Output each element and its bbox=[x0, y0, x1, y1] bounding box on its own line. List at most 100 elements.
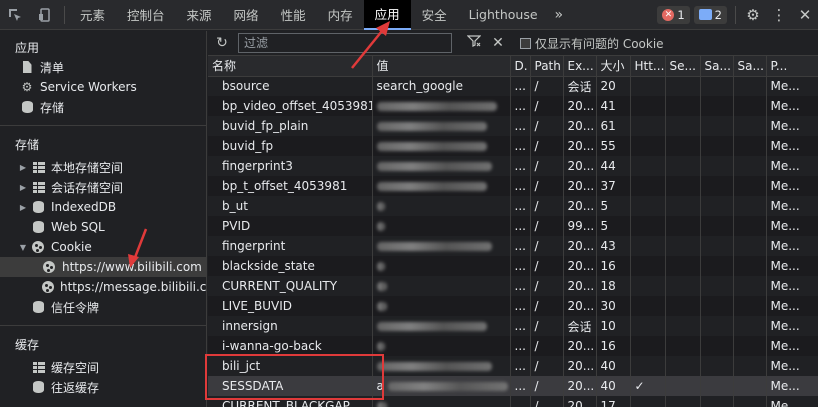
cookie-secure-cell bbox=[665, 76, 701, 96]
close-icon[interactable]: ✕ bbox=[792, 0, 818, 30]
messages-count: 2 bbox=[714, 7, 722, 22]
kebab-menu-icon[interactable]: ⋮ bbox=[766, 0, 792, 30]
tab-memory[interactable]: 内存 bbox=[317, 0, 364, 30]
cookie-httponly-cell bbox=[630, 216, 666, 236]
column-header-size[interactable]: 大小 bbox=[596, 56, 631, 77]
refresh-icon[interactable]: ↻ bbox=[214, 35, 230, 51]
cookie-path-cell: / bbox=[530, 316, 564, 336]
table-row[interactable]: bsource search_google... / 会话 20 Me... bbox=[208, 76, 818, 96]
sidebar-item-bfcache[interactable]: 往返缓存 bbox=[0, 377, 206, 397]
cookie-priority-cell-text: Me... bbox=[770, 319, 800, 333]
inspect-icon[interactable] bbox=[0, 0, 30, 30]
table-row[interactable]: bp_video_offset_4053981... / 20... 41 Me... bbox=[208, 96, 818, 116]
column-header-secure[interactable]: Se... bbox=[665, 56, 701, 77]
cookie-expires-cell-text: 20... bbox=[567, 159, 595, 173]
table-row[interactable]: fingerprint3... / 20... 44 Me... bbox=[208, 156, 818, 176]
cookie-priority-cell: Me... bbox=[766, 76, 818, 96]
sidebar-item-trust-tokens[interactable]: 信任令牌 bbox=[0, 297, 206, 317]
expand-arrow-icon[interactable]: ▶ bbox=[18, 163, 28, 172]
sidebar-item-storage-overview[interactable]: 存储 bbox=[0, 97, 206, 117]
tab-console[interactable]: 控制台 bbox=[116, 0, 176, 30]
sidebar-item-cookie-message[interactable]: https://message.bilibili.com bbox=[0, 277, 206, 297]
table-row[interactable]: innersign... / 会话 10 Me... bbox=[208, 316, 818, 336]
sidebar-item-cookie[interactable]: ▼ Cookie bbox=[0, 237, 206, 257]
tab-application[interactable]: 应用 bbox=[363, 0, 411, 30]
table-row[interactable]: buvid_fp... / 20... 55 Me... bbox=[208, 136, 818, 156]
only-issues-checkbox[interactable] bbox=[520, 37, 531, 49]
cookie-size-cell: 43 bbox=[596, 236, 631, 256]
cookie-samesite-cell bbox=[700, 276, 734, 296]
table-row[interactable]: LIVE_BUVID... / 20... 30 Me... bbox=[208, 296, 818, 316]
sidebar-item-manifest[interactable]: 清单 bbox=[0, 57, 206, 77]
table-row[interactable]: i-wanna-go-back... / 20... 16 Me... bbox=[208, 336, 818, 356]
redacted-value bbox=[376, 342, 385, 351]
tab-sources[interactable]: 来源 bbox=[176, 0, 223, 30]
clear-filter-icon[interactable] bbox=[466, 35, 482, 51]
cookie-name-cell: bsource bbox=[208, 76, 373, 96]
cookie-expires-cell-text: 会话 bbox=[567, 79, 592, 94]
cookie-sameparty-cell bbox=[733, 216, 767, 236]
table-row[interactable]: buvid_fp_plain... / 20... 61 Me... bbox=[208, 116, 818, 136]
cookie-value-cell-text: search_google bbox=[376, 79, 464, 94]
sidebar-item-cache-storage[interactable]: 缓存空间 bbox=[0, 357, 206, 377]
tab-performance[interactable]: 性能 bbox=[270, 0, 317, 30]
table-row[interactable]: CURRENT_QUALITY... / 20... 18 Me... bbox=[208, 276, 818, 296]
collapse-arrow-icon[interactable]: ▼ bbox=[18, 243, 28, 252]
table-row[interactable]: b_ut... / 20... 5 Me... bbox=[208, 196, 818, 216]
cookie-name-cell: blackside_state bbox=[208, 256, 373, 276]
application-sidebar: 应用 清单 ⚙ Service Workers 存储 存储 ▶ 本地存储空间 ▶… bbox=[0, 31, 207, 407]
cookie-size-cell: 5 bbox=[596, 216, 631, 236]
cookie-name-cell-text: buvid_fp bbox=[222, 139, 274, 153]
cookie-sameparty-cell bbox=[733, 376, 767, 396]
cookie-domain-cell: ... bbox=[510, 116, 531, 136]
delete-all-icon[interactable]: ✕ bbox=[490, 35, 506, 51]
cookie-priority-cell-text: Me... bbox=[770, 379, 800, 393]
column-header-priority[interactable]: P... bbox=[766, 56, 818, 77]
messages-badge[interactable]: 2 bbox=[693, 5, 727, 24]
errors-badge[interactable]: ✕ 1 bbox=[657, 5, 690, 24]
cookie-path-cell-text: / bbox=[534, 159, 539, 173]
table-row[interactable]: PVID... / 99... 5 Me... bbox=[208, 216, 818, 236]
device-toolbar-icon[interactable] bbox=[30, 0, 60, 30]
more-tabs-button[interactable]: » bbox=[549, 0, 570, 30]
cookie-domain-cell: ... bbox=[510, 296, 531, 316]
column-header-path[interactable]: Path bbox=[530, 56, 564, 77]
cookie-sameparty-cell bbox=[733, 256, 767, 276]
tab-lighthouse[interactable]: Lighthouse bbox=[458, 0, 549, 30]
column-header-expires[interactable]: Ex... bbox=[563, 56, 597, 77]
sidebar-item-session-storage[interactable]: ▶ 会话存储空间 bbox=[0, 177, 206, 197]
column-header-value[interactable]: 值 bbox=[372, 56, 511, 77]
cookie-expires-cell: 20... bbox=[563, 96, 597, 116]
cookie-panel: ↻ ✕ 仅显示有问题的 Cookie 名称 值 D. Path Ex... 大小… bbox=[208, 31, 818, 407]
sidebar-item-service-workers[interactable]: ⚙ Service Workers bbox=[0, 77, 206, 97]
gear-icon[interactable]: ⚙ bbox=[740, 0, 766, 30]
column-header-sameparty[interactable]: Sa... bbox=[733, 56, 767, 77]
cookie-domain-cell: ... bbox=[510, 316, 531, 336]
cookie-value-cell bbox=[372, 296, 511, 316]
cookie-name-cell: CURRENT_QUALITY bbox=[208, 276, 373, 296]
sidebar-divider bbox=[0, 325, 206, 326]
sidebar-item-local-storage[interactable]: ▶ 本地存储空间 bbox=[0, 157, 206, 177]
column-header-name[interactable]: 名称 bbox=[208, 56, 373, 77]
tab-network[interactable]: 网络 bbox=[223, 0, 270, 30]
tab-elements[interactable]: 元素 bbox=[69, 0, 116, 30]
table-row[interactable]: fingerprint... / 20... 43 Me... bbox=[208, 236, 818, 256]
sidebar-item-indexeddb[interactable]: ▶ IndexedDB bbox=[0, 197, 206, 217]
column-header-domain[interactable]: D. bbox=[510, 56, 531, 77]
expand-arrow-icon[interactable]: ▶ bbox=[18, 183, 28, 192]
table-row[interactable]: blackside_state... / 20... 16 Me... bbox=[208, 256, 818, 276]
cookie-size-cell-text: 55 bbox=[600, 139, 616, 153]
column-header-httponly[interactable]: Htt... bbox=[630, 56, 666, 77]
expand-arrow-icon[interactable]: ▶ bbox=[18, 203, 28, 212]
cookie-domain-cell: ... bbox=[510, 276, 531, 296]
table-row[interactable]: bp_t_offset_4053981... / 20... 37 Me... bbox=[208, 176, 818, 196]
cookie-path-cell-text: / bbox=[534, 79, 539, 94]
sidebar-item-web-sql[interactable]: Web SQL bbox=[0, 217, 206, 237]
sidebar-item-label: 本地存储空间 bbox=[51, 160, 124, 175]
filter-input[interactable] bbox=[238, 33, 452, 53]
sidebar-item-label: 信任令牌 bbox=[51, 300, 100, 315]
sidebar-item-cookie-bilibili[interactable]: https://www.bilibili.com bbox=[0, 257, 206, 277]
redacted-value bbox=[376, 222, 385, 231]
column-header-samesite[interactable]: Sa... bbox=[700, 56, 734, 77]
tab-security[interactable]: 安全 bbox=[411, 0, 458, 30]
